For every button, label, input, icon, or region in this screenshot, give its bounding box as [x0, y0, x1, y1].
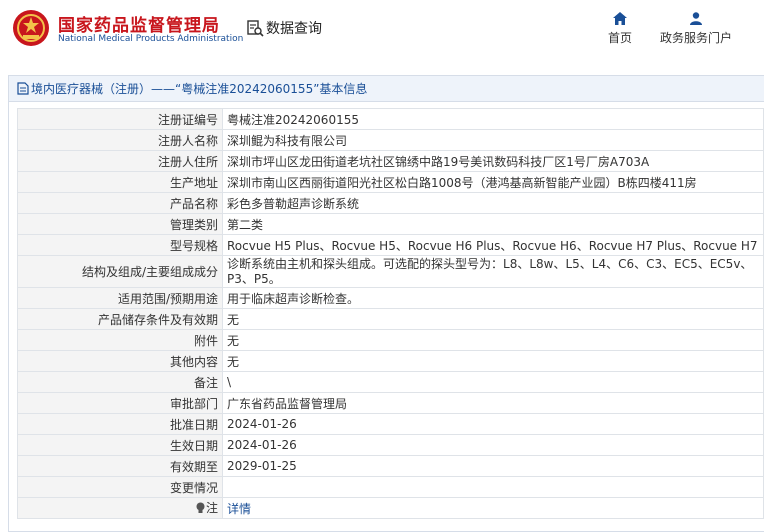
field-label: 产品名称	[17, 192, 223, 214]
table-row: 批准日期 2024-01-26	[17, 413, 764, 435]
note-label: 注	[205, 501, 218, 516]
table-row: 注册人名称 深圳鲲为科技有限公司	[17, 129, 764, 151]
table-row: 产品名称 彩色多普勒超声诊断系统	[17, 192, 764, 214]
field-value: 深圳鲲为科技有限公司	[222, 129, 764, 151]
table-row: 变更情况	[17, 476, 764, 498]
field-value: \	[222, 371, 764, 393]
lightbulb-icon	[196, 502, 205, 513]
field-label: 审批部门	[17, 392, 223, 414]
field-label: 注册人名称	[17, 129, 223, 151]
field-label: 有效期至	[17, 455, 223, 477]
field-label: 附件	[17, 329, 223, 351]
field-label: 适用范围/预期用途	[17, 287, 223, 309]
field-value: 无	[222, 350, 764, 372]
table-row: 有效期至 2029-01-25	[17, 455, 764, 477]
field-value: 广东省药品监督管理局	[222, 392, 764, 414]
field-label: 管理类别	[17, 213, 223, 235]
field-label: 生产地址	[17, 171, 223, 193]
table-row: 产品储存条件及有效期无	[17, 308, 764, 330]
field-value: Rocvue H5 Plus、Rocvue H5、Rocvue H6 Plus、…	[222, 234, 764, 256]
field-label: 型号规格	[17, 234, 223, 256]
table-row: 注册证编号 粤械注准20242060155	[17, 108, 764, 130]
data-query-title: 数据查询	[246, 18, 322, 38]
field-label: 生效日期	[17, 434, 223, 456]
field-label: 变更情况	[17, 476, 223, 498]
field-value: 第二类	[222, 213, 764, 235]
data-query-label: 数据查询	[266, 21, 322, 37]
field-value: 诊断系统由主机和探头组成。可选配的探头型号为：L8、L8w、L5、L4、C6、C…	[222, 255, 764, 288]
field-label: 注册人住所	[17, 150, 223, 172]
table-row: 生产地址 深圳市南山区西丽街道阳光社区松白路1008号（港鸿基高新智能产业园）B栋…	[17, 171, 764, 193]
panel-title: 境内医疗器械（注册）——“粤械注准20242060155”基本信息	[31, 82, 368, 96]
field-label-note: 注	[17, 497, 223, 519]
national-emblem-logo[interactable]	[12, 9, 50, 47]
table-row-note: 注详情	[17, 497, 764, 519]
field-value: 无	[222, 308, 764, 330]
table-row: 型号规格 Rocvue H5 Plus、Rocvue H5、Rocvue H6 P…	[17, 234, 764, 256]
registration-info-table: 注册证编号 粤械注准20242060155 注册人名称 深圳鲲为科技有限公司 注册人住所…	[17, 108, 764, 519]
field-value: 彩色多普勒超声诊断系统	[222, 192, 764, 214]
field-value: 深圳市坪山区龙田街道老坑社区锦绣中路19号美讯数码科技厂区1号厂房A703A	[222, 150, 764, 172]
nav-home[interactable]: 首页	[604, 12, 636, 46]
brand-name-cn: 国家药品监督管理局	[58, 16, 220, 36]
field-label: 其他内容	[17, 350, 223, 372]
details-link[interactable]: 详情	[227, 502, 251, 516]
field-value: 深圳市南山区西丽街道阳光社区松白路1008号（港鸿基高新智能产业园）B栋四楼41…	[222, 171, 764, 193]
home-icon	[613, 12, 627, 25]
field-value-note: 详情	[222, 497, 764, 519]
field-value: 用于临床超声诊断检查。	[222, 287, 764, 309]
nav-service-portal[interactable]: 政务服务门户	[656, 12, 736, 46]
field-label: 产品储存条件及有效期	[17, 308, 223, 330]
table-row: 备注 \	[17, 371, 764, 393]
field-value: 2029-01-25	[222, 455, 764, 477]
field-value: 粤械注准20242060155	[222, 108, 764, 130]
field-value	[222, 476, 764, 498]
field-label: 备注	[17, 371, 223, 393]
search-document-icon	[247, 20, 264, 37]
field-label: 注册证编号	[17, 108, 223, 130]
table-row: 管理类别 第二类	[17, 213, 764, 235]
table-row: 注册人住所 深圳市坪山区龙田街道老坑社区锦绣中路19号美讯数码科技厂区1号厂房A7…	[17, 150, 764, 172]
field-label: 批准日期	[17, 413, 223, 435]
user-icon	[690, 12, 702, 25]
document-icon	[17, 82, 29, 95]
field-value: 无	[222, 329, 764, 351]
brand-name-en: National Medical Products Administration	[58, 34, 244, 44]
nav-home-label: 首页	[607, 31, 632, 45]
table-row: 结构及组成/主要组成成分 诊断系统由主机和探头组成。可选配的探头型号为：L8、L8…	[17, 255, 764, 288]
site-header: 国家药品监督管理局 National Medical Products Admi…	[0, 0, 764, 62]
panel-header: 境内医疗器械（注册）——“粤械注准20242060155”基本信息	[9, 76, 764, 102]
field-label: 结构及组成/主要组成成分	[17, 255, 223, 288]
table-row: 生效日期 2024-01-26	[17, 434, 764, 456]
field-value: 2024-01-26	[222, 413, 764, 435]
table-row: 附件无	[17, 329, 764, 351]
table-row: 其他内容无	[17, 350, 764, 372]
table-row: 适用范围/预期用途 用于临床超声诊断检查。	[17, 287, 764, 309]
table-row: 审批部门 广东省药品监督管理局	[17, 392, 764, 414]
nav-portal-label: 政务服务门户	[659, 31, 732, 45]
field-value: 2024-01-26	[222, 434, 764, 456]
